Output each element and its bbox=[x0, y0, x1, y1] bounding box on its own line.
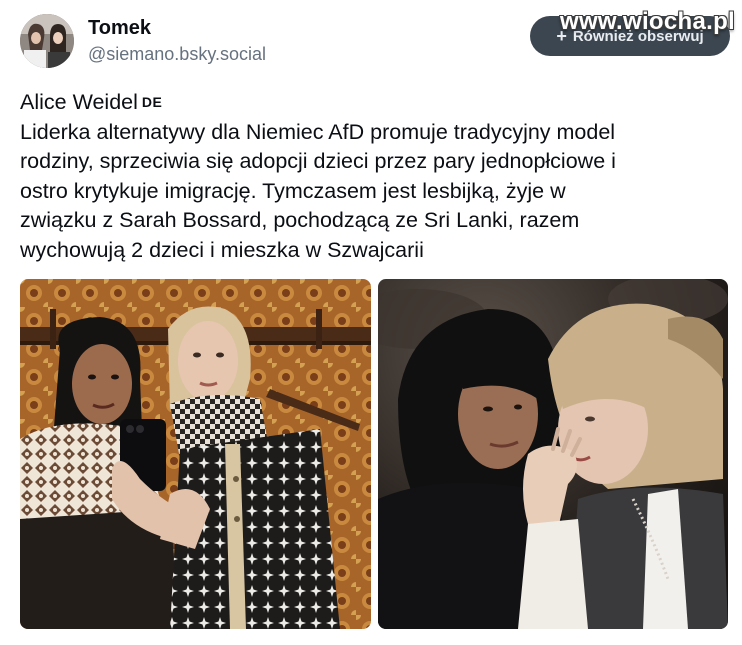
post-text: Alice Weidel DE Liderka alternatywy dla N… bbox=[20, 88, 725, 265]
post-text-line: wychowują 2 dzieci i mieszka w Szwajcari… bbox=[20, 237, 424, 262]
post-image-1[interactable] bbox=[20, 279, 371, 629]
photo-whispering bbox=[378, 279, 728, 629]
post-card: Tomek @siemano.bsky.social + Również obs… bbox=[0, 0, 742, 645]
post-title-line: Alice Weidel DE bbox=[20, 88, 725, 118]
post-text-line: rodziny, sprzeciwia się adopcji dzieci p… bbox=[20, 149, 616, 173]
avatar[interactable] bbox=[20, 14, 74, 68]
post-image-2[interactable] bbox=[378, 279, 728, 629]
post-text-line: ostro krytykuje imigrację. Tymczasem jes… bbox=[20, 178, 566, 203]
post-text-line: Liderka alternatywy dla Niemiec AfD prom… bbox=[20, 119, 616, 144]
flag-de: DE bbox=[141, 94, 163, 110]
photo-mirror-selfie bbox=[20, 279, 371, 629]
author-handle[interactable]: @siemano.bsky.social bbox=[88, 44, 266, 65]
avatar-icon bbox=[20, 14, 74, 68]
post-title: Alice Weidel bbox=[20, 90, 138, 114]
author-display-name[interactable]: Tomek bbox=[88, 17, 151, 40]
watermark: www.wiocha.pl bbox=[560, 8, 736, 35]
post-text-line: związku z Sarah Bossard, pochodzącą ze S… bbox=[20, 208, 580, 232]
